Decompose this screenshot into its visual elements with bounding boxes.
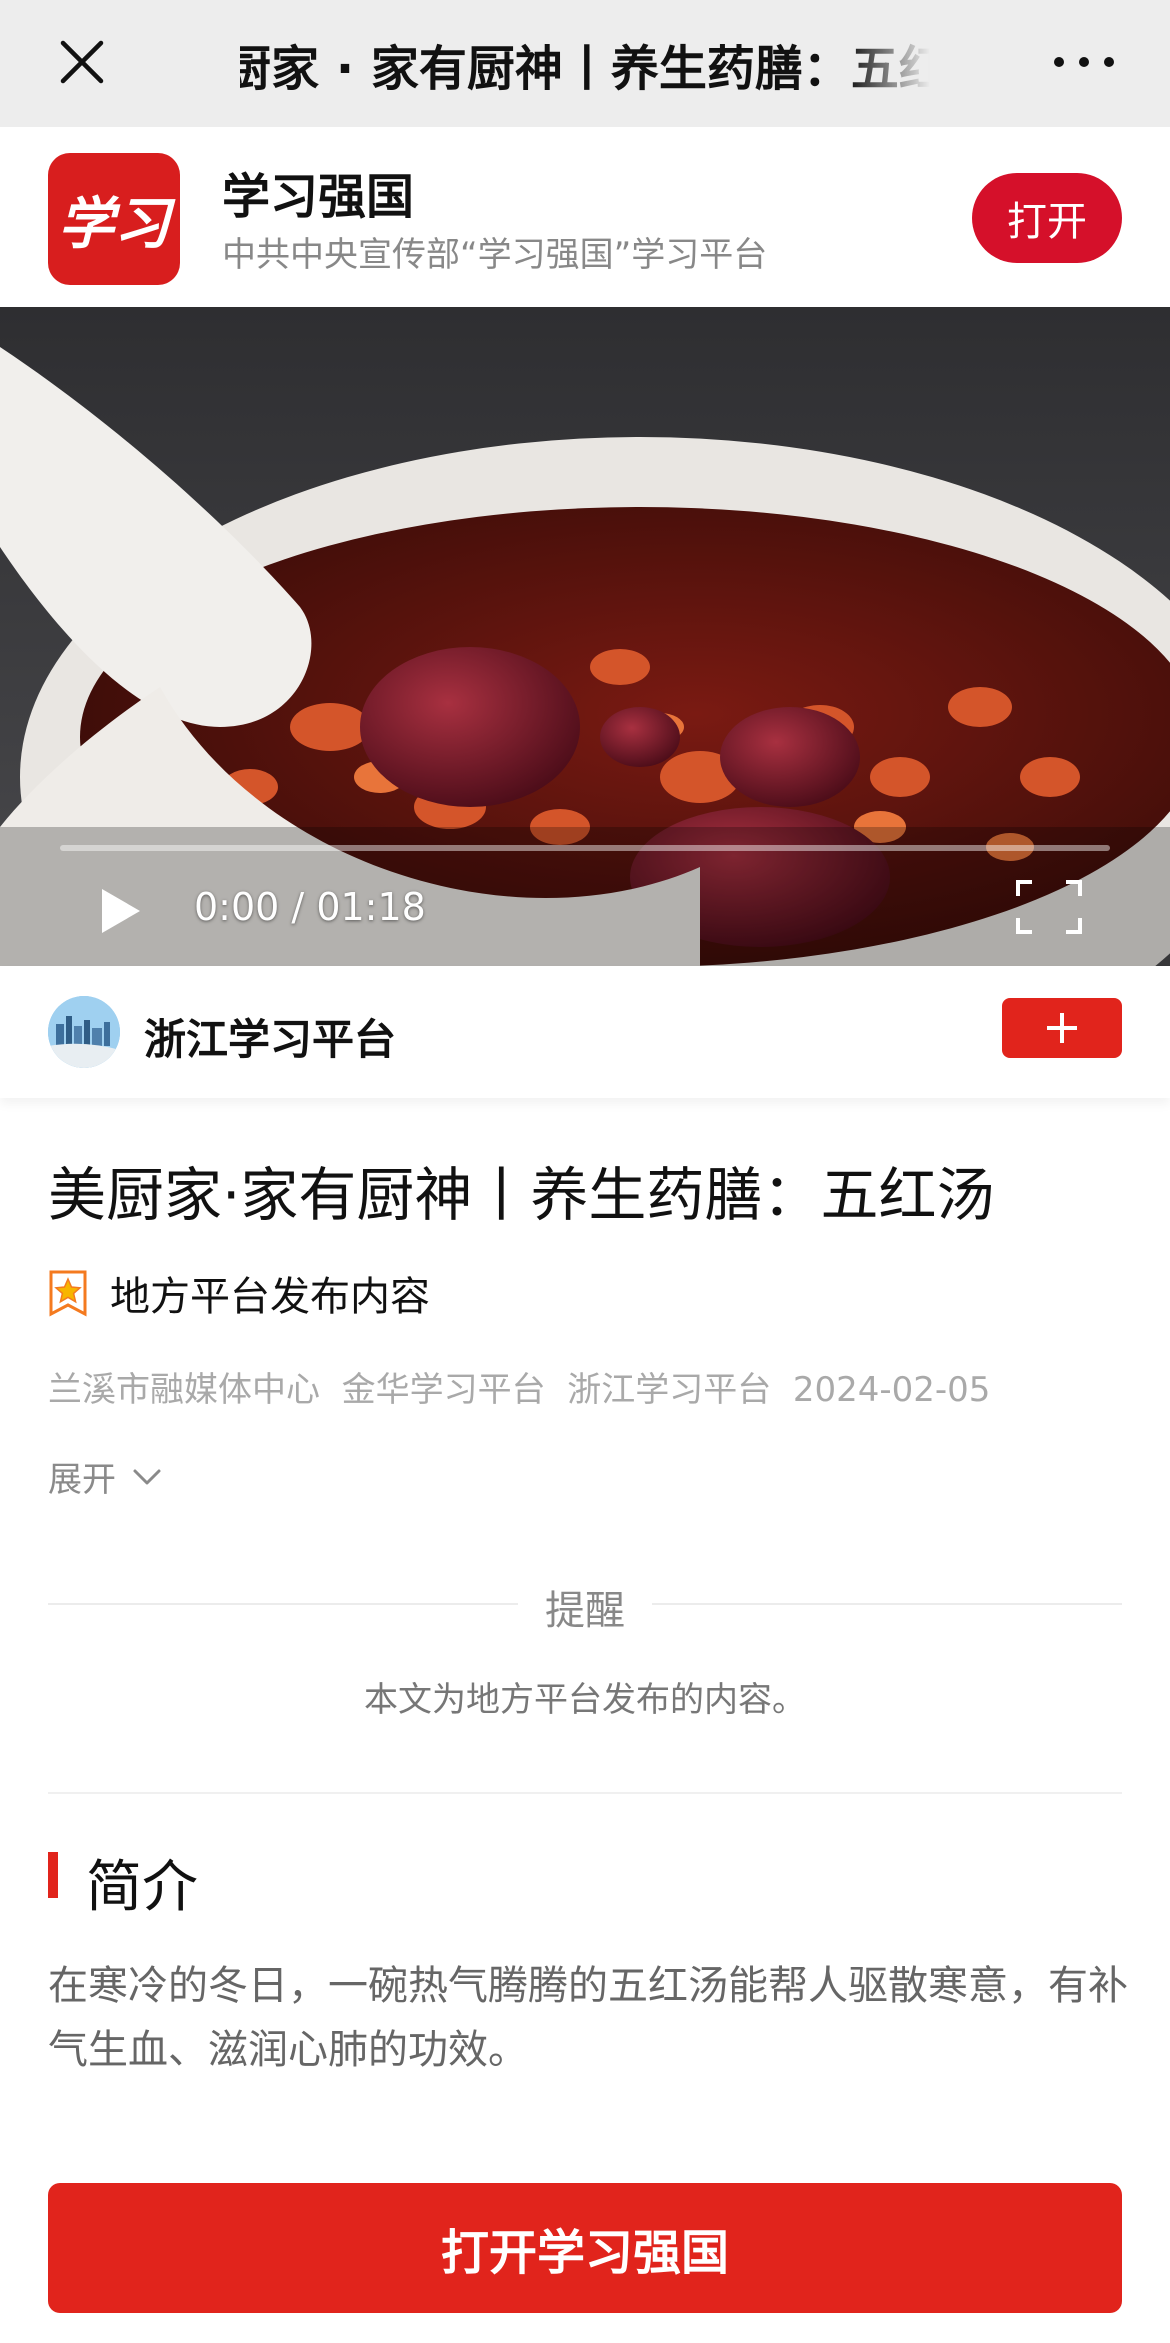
fullscreen-icon[interactable] — [1016, 880, 1082, 934]
app-promo-banner: 学习 学习强国 中共中央宣传部“学习强国”学习平台 打开 — [0, 127, 1170, 307]
play-icon[interactable] — [96, 885, 144, 937]
star-badge-icon — [49, 1270, 87, 1317]
video-frame-image — [0, 307, 1170, 966]
open-xuexi-button[interactable]: 打开学习强国 — [48, 2183, 1122, 2313]
app-name: 学习强国 — [222, 169, 415, 225]
reminder-divider-right — [652, 1603, 1122, 1605]
chevron-down-icon — [133, 1469, 161, 1484]
article-byline: 兰溪市融媒体中心 金华学习平台 浙江学习平台 2024-02-05 — [48, 1370, 991, 1410]
follow-button[interactable] — [1002, 998, 1122, 1058]
app-logo-text: 学习 — [58, 190, 170, 257]
intro-heading: 简介 — [86, 1855, 198, 1920]
close-icon[interactable] — [58, 38, 106, 86]
open-app-button[interactable]: 打开 — [972, 173, 1122, 263]
expand-toggle[interactable]: 展开 — [48, 1452, 162, 1501]
video-player[interactable]: 0:00 / 01:18 — [0, 307, 1170, 966]
article-title: 美厨家·家有厨神丨养生药膳：五红汤 — [48, 1161, 995, 1229]
more-icon[interactable] — [1054, 50, 1114, 74]
expand-label: 展开 — [48, 1460, 116, 1500]
source-tag-label: 地方平台发布内容 — [110, 1274, 430, 1320]
channel-name[interactable]: 浙江学习平台 — [144, 1006, 396, 1067]
reminder-title: 提醒 — [545, 1588, 625, 1634]
reminder-divider-left — [48, 1603, 518, 1605]
app-description: 中共中央宣传部“学习强国”学习平台 — [222, 235, 768, 275]
app-logo: 学习 — [48, 153, 180, 285]
source-tag: 地方平台发布内容 — [48, 1264, 430, 1322]
channel-row: 浙江学习平台 — [0, 966, 1170, 1098]
top-navbar: 美厨家 · 家有厨神丨养生药膳：五红汤 — [0, 0, 1170, 127]
video-progress-track[interactable] — [60, 845, 1110, 851]
video-duration: 01:18 — [316, 885, 426, 929]
section-divider — [48, 1792, 1122, 1794]
intro-body: 在寒冷的冬日，一碗热气腾腾的五红汤能帮人驱散寒意，有补气生血、滋润心肺的功效。 — [48, 1963, 1128, 2073]
page-title: 美厨家 · 家有厨神丨养生药膳：五红汤 — [240, 40, 930, 97]
reminder-body: 本文为地方平台发布的内容。 — [364, 1680, 806, 1720]
video-time-separator: / — [279, 885, 317, 929]
video-time: 0:00 / 01:18 — [194, 885, 426, 929]
plus-icon — [1047, 1013, 1077, 1043]
intro-accent-bar — [48, 1852, 58, 1898]
channel-avatar[interactable] — [48, 996, 120, 1068]
video-current-time: 0:00 — [194, 885, 280, 929]
